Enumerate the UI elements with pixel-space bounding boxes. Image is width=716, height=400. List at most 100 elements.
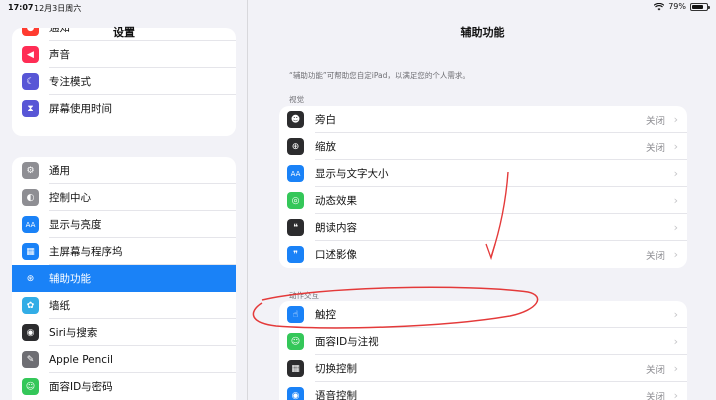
chevron-right-icon: ›: [673, 362, 678, 375]
chevron-right-icon: ›: [673, 221, 678, 234]
display-aa-icon: AA: [22, 216, 39, 233]
setting-row-voiceover[interactable]: ☻ 旁白 关闭 ›: [279, 106, 687, 133]
setting-value: 关闭: [645, 364, 665, 376]
battery-fill: [692, 4, 704, 9]
sidebar-item-faceid[interactable]: ☺ 面容ID与密码: [12, 373, 236, 400]
setting-row-switch-control[interactable]: ▦ 切换控制 关闭 ›: [279, 355, 687, 382]
section-header-vision: 视觉: [289, 95, 304, 104]
setting-label: 缩放: [315, 141, 336, 153]
status-date: 12月3日周六: [34, 4, 82, 13]
setting-label: 触控: [315, 309, 336, 321]
chevron-right-icon: ›: [673, 194, 678, 207]
sidebar-item-display-aa[interactable]: AA 显示与亮度: [12, 211, 236, 238]
faceid-icon: ☺: [22, 378, 39, 395]
battery-icon: [690, 2, 710, 11]
sidebar-item-label: 通用: [49, 165, 70, 177]
status-time: 17:07: [8, 3, 34, 12]
sidebar-item-label: 控制中心: [49, 192, 91, 204]
page-title: 辅助功能: [460, 26, 505, 39]
sidebar-item-siri[interactable]: ◉ Siri与搜索: [12, 319, 236, 346]
setting-row-faceid-attention[interactable]: ☺ 面容ID与注视 ›: [279, 328, 687, 355]
wifi-icon: [654, 2, 665, 10]
sidebar-item-moon[interactable]: ☾ 专注模式: [12, 68, 236, 95]
chevron-right-icon: ›: [673, 113, 678, 126]
sidebar-item-label: 声音: [49, 49, 70, 61]
sidebar-item-speaker[interactable]: ◀ 声音: [12, 41, 236, 68]
switch-control-icon: ▦: [287, 360, 304, 377]
setting-value: 关闭: [645, 391, 665, 400]
audio-description-icon: ❞: [287, 246, 304, 263]
setting-row-text-size[interactable]: AA 显示与文字大小 ›: [279, 160, 687, 187]
status-bar: 17:07 12月3日周六 79%: [0, 0, 716, 14]
chevron-right-icon: ›: [673, 140, 678, 153]
hourglass-icon: ⧗: [22, 100, 39, 117]
sidebar-group-general: ⚙ 通用 ◐ 控制中心 AA 显示与亮度 ▦ 主屏幕与程序坞 ⊛ 辅助功能 ✿ 墙纸 ◉ Siri与搜索 ✎…: [12, 157, 236, 400]
status-right: 79%: [654, 2, 710, 11]
chevron-right-icon: ›: [673, 167, 678, 180]
moon-icon: ☾: [22, 73, 39, 90]
setting-row-motion[interactable]: ◎ 动态效果 ›: [279, 187, 687, 214]
pencil-icon: ✎: [22, 351, 39, 368]
sidebar-item-label: 墙纸: [49, 300, 70, 312]
setting-label: 显示与文字大小: [315, 168, 389, 180]
sidebar-item-label: 辅助功能: [49, 273, 91, 285]
grid-icon: ▦: [22, 243, 39, 260]
section-header-motor: 动作交互: [289, 291, 319, 300]
sidebar-item-label: 专注模式: [49, 76, 91, 88]
sidebar-item-label: Apple Pencil: [49, 353, 113, 366]
vision-group: ☻ 旁白 关闭 › ⊕ 缩放 关闭 › AA 显示与文字大小 › ◎ 动态效果 › ❝ 朗读内容 › ❞ 口述影像关…: [279, 106, 687, 268]
sidebar-item-gear[interactable]: ⚙ 通用: [12, 157, 236, 184]
sidebar-item-label: 显示与亮度: [49, 219, 102, 231]
toggles-icon: ◐: [22, 189, 39, 206]
touch-hand-icon: ☝: [287, 306, 304, 323]
setting-value: 关闭: [645, 142, 665, 154]
sidebar-item-label: Siri与搜索: [49, 327, 98, 339]
sidebar-item-wallpaper[interactable]: ✿ 墙纸: [12, 292, 236, 319]
sidebar-item-label: 主屏幕与程序坞: [49, 246, 123, 258]
sidebar-title: 设置: [113, 26, 135, 39]
sidebar-group-2-list: ⚙ 通用 ◐ 控制中心 AA 显示与亮度 ▦ 主屏幕与程序坞 ⊛ 辅助功能 ✿ 墙纸 ◉ Siri与搜索 ✎…: [12, 157, 236, 400]
setting-row-zoom[interactable]: ⊕ 缩放 关闭 ›: [279, 133, 687, 160]
setting-row-speech[interactable]: ❝ 朗读内容 ›: [279, 214, 687, 241]
chevron-right-icon: ›: [673, 308, 678, 321]
motion-icon: ◎: [287, 192, 304, 209]
wallpaper-icon: ✿: [22, 297, 39, 314]
sidebar-group-1-list: ●通知◀声音☾专注模式⧗屏幕使用时间: [12, 28, 236, 122]
setting-value: 关闭: [645, 115, 665, 127]
voiceover-icon: ☻: [287, 111, 304, 128]
speech-icon: ❝: [287, 219, 304, 236]
vision-list: ☻ 旁白 关闭 › ⊕ 缩放 关闭 › AA 显示与文字大小 › ◎ 动态效果 › ❝ 朗读内容 › ❞ 口述影像关…: [279, 106, 687, 268]
sidebar-item-label: 面容ID与密码: [49, 381, 113, 393]
sidebar-item-pencil[interactable]: ✎ Apple Pencil: [12, 346, 236, 373]
setting-value: 关闭: [645, 250, 665, 262]
sidebar-item-toggles[interactable]: ◐ 控制中心: [12, 184, 236, 211]
page-description: “辅助功能”可帮助您自定iPad，以满足您的个人需求。: [289, 71, 470, 80]
siri-icon: ◉: [22, 324, 39, 341]
accessibility-icon: ⊛: [22, 270, 39, 287]
gear-icon: ⚙: [22, 162, 39, 179]
setting-label: 切换控制: [315, 363, 357, 375]
setting-row-voice-control[interactable]: ◉ 语音控制 关闭 ›: [279, 382, 687, 400]
sidebar-item-hourglass[interactable]: ⧗ 屏幕使用时间: [12, 95, 236, 122]
sidebar-item-grid[interactable]: ▦ 主屏幕与程序坞: [12, 238, 236, 265]
motor-list: ☝ 触控 › ☺ 面容ID与注视 › ▦ 切换控制 关闭 › ◉ 语音控制 关闭 ›: [279, 301, 687, 400]
chevron-right-icon: ›: [673, 248, 678, 261]
faceid-attention-icon: ☺: [287, 333, 304, 350]
setting-row-audio-description[interactable]: ❞ 口述影像 关闭 ›: [279, 241, 687, 268]
motor-group: ☝ 触控 › ☺ 面容ID与注视 › ▦ 切换控制 关闭 › ◉ 语音控制 关闭 ›: [279, 301, 687, 400]
speaker-icon: ◀: [22, 46, 39, 63]
setting-label: 朗读内容: [315, 222, 357, 234]
sidebar-group-notifications: ●通知◀声音☾专注模式⧗屏幕使用时间: [12, 28, 236, 136]
setting-label: 面容ID与注视: [315, 336, 379, 348]
accessibility-pane: 辅助功能 “辅助功能”可帮助您自定iPad，以满足您的个人需求。 视觉 ☻ 旁白关…: [249, 0, 716, 400]
setting-label: 语音控制: [315, 390, 357, 400]
setting-row-touch-hand[interactable]: ☝ 触控 ›: [279, 301, 687, 328]
sidebar-item-accessibility[interactable]: ⊛ 辅助功能: [12, 265, 236, 292]
setting-label: 旁白: [315, 114, 336, 126]
battery-percent: 79%: [668, 2, 686, 11]
voice-control-icon: ◉: [287, 387, 304, 400]
chevron-right-icon: ›: [673, 335, 678, 348]
settings-sidebar: ●通知◀声音☾专注模式⧗屏幕使用时间 设置 ⚙通用◐控制中心AA显示与亮度▦主屏…: [0, 0, 248, 400]
zoom-icon: ⊕: [287, 138, 304, 155]
chevron-right-icon: ›: [673, 389, 678, 400]
